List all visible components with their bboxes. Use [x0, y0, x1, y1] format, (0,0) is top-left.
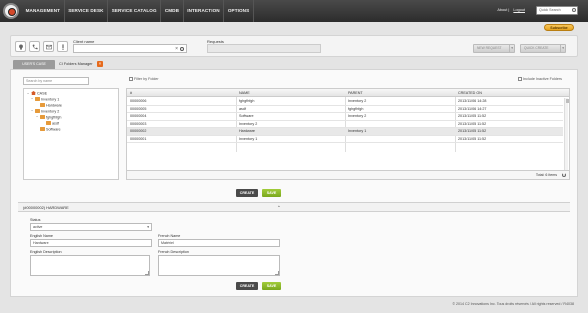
save-button-bottom[interactable]: SAVE [262, 282, 281, 290]
french-name-input[interactable]: Matériel [158, 239, 280, 247]
column-header-parent[interactable]: PARENT [348, 89, 363, 97]
folder-detail-header[interactable]: (#00000002) HARDWARE ⌃ [18, 202, 570, 212]
folder-icon [40, 115, 45, 119]
folder-detail-title: (#00000002) HARDWARE [23, 205, 69, 210]
quick-create-button[interactable]: QUICK CREATE [520, 44, 566, 53]
english-name-input[interactable]: Hardware [30, 239, 152, 247]
phone-icon[interactable] [29, 41, 40, 52]
checkbox-icon[interactable] [129, 77, 133, 81]
total-items: Total: 6 items [535, 173, 557, 177]
tab-users-case[interactable]: USER'S CASE [13, 60, 55, 69]
column-header-name[interactable]: NAME [239, 89, 250, 97]
menu-service-desk[interactable]: SERVICE DESK [65, 0, 109, 22]
clear-icon[interactable]: × [175, 46, 178, 52]
french-description-label: French Description [158, 250, 189, 254]
tree-node[interactable]: − fghgfhfgh [36, 115, 61, 120]
table-row[interactable]: 00000005 asdf fghgfhfgh 2013/11/06 14:27 [127, 106, 563, 113]
table-row[interactable]: 00000004 Software Inventory 2 2013/11/05… [127, 113, 563, 121]
english-description-label: English Description [30, 250, 62, 254]
save-button[interactable]: SAVE [262, 189, 281, 197]
client-filter-panel: Client name × Requests NEW REQUEST QUICK… [10, 35, 578, 57]
client-name-input[interactable]: × [73, 44, 187, 53]
top-navigation-bar: MANAGEMENT SERVICE DESK SERVICE CATALOG … [0, 0, 588, 22]
table-row[interactable]: 00000001 Inventory 1 2013/11/05 11:52 [127, 136, 563, 143]
grid-header: # NAME PARENT CREATED ON [127, 89, 569, 97]
menu-options[interactable]: OPTIONS [224, 0, 254, 22]
english-description-textarea[interactable] [30, 255, 150, 276]
tree-search-input[interactable]: Search by name [23, 77, 89, 85]
search-icon[interactable] [572, 8, 576, 12]
email-icon[interactable] [43, 41, 54, 52]
app-logo[interactable] [3, 3, 19, 19]
folder-tree: − CASE − Inventory 1 Hardware − Inventory 2… [23, 88, 119, 180]
french-description-textarea[interactable] [158, 255, 280, 276]
new-request-button[interactable]: NEW REQUEST [473, 44, 515, 53]
refresh-icon[interactable] [562, 173, 566, 177]
folder-icon [35, 109, 40, 113]
user-links: About | Logout [494, 8, 525, 12]
status-label: Status [30, 218, 41, 222]
about-link[interactable]: About | [497, 8, 509, 12]
menu-cmdb[interactable]: CMDB [161, 0, 184, 22]
english-name-label: English Name [30, 234, 53, 238]
create-button-bottom[interactable]: CREATE [236, 282, 258, 290]
table-row[interactable]: 00000006 fghgfhfgh Inventory 2 2013/11/0… [127, 98, 563, 106]
menu-interaction[interactable]: INTERACTION [184, 0, 225, 22]
grid-footer: Total: 6 items [127, 170, 569, 179]
alert-icon[interactable] [57, 41, 68, 52]
chevron-up-icon[interactable]: ⌃ [277, 205, 281, 211]
column-header-created-on[interactable]: CREATED ON [458, 89, 482, 97]
table-row[interactable]: 00000003 Inventory 2 2013/11/05 11:52 [127, 121, 563, 128]
main-menu: MANAGEMENT SERVICE DESK SERVICE CATALOG … [22, 0, 254, 22]
filter-by-folder-checkbox[interactable]: Filter by Folder [129, 77, 159, 81]
menu-management[interactable]: MANAGEMENT [22, 0, 65, 22]
tree-node[interactable]: Software [40, 127, 61, 132]
folders-grid: # NAME PARENT CREATED ON 00000006 fghgfh… [126, 88, 570, 180]
tree-node[interactable]: Hardware [40, 103, 62, 108]
close-tab-icon[interactable]: × [97, 61, 103, 67]
tree-node[interactable]: asdf [46, 121, 59, 126]
requests-field [207, 44, 321, 53]
menu-service-catalog[interactable]: SERVICE CATALOG [108, 0, 162, 22]
status-select[interactable]: active [30, 223, 152, 231]
checkbox-icon[interactable] [518, 77, 522, 81]
scrollbar-thumb[interactable] [565, 99, 569, 103]
folder-icon [35, 97, 40, 101]
tree-node[interactable]: − Inventory 2 [31, 109, 59, 114]
include-inactive-checkbox[interactable]: Include Inactive Folders [518, 77, 562, 81]
lightbulb-icon[interactable] [15, 41, 26, 52]
french-name-label: French Name [158, 234, 181, 238]
subscribe-button[interactable]: Subscribe [544, 24, 574, 31]
folder-icon [40, 103, 45, 107]
collapse-icon[interactable]: − [27, 92, 31, 97]
create-button[interactable]: CREATE [236, 189, 258, 197]
logout-link[interactable]: Logout [513, 8, 525, 12]
search-icon[interactable] [180, 47, 184, 51]
column-header-id[interactable]: # [130, 89, 132, 97]
tree-node[interactable]: − CASE [27, 91, 47, 97]
folder-icon [46, 121, 51, 125]
tree-node[interactable]: − Inventory 1 [31, 97, 59, 102]
folder-icon [40, 127, 45, 131]
table-row-selected[interactable]: 00000002 Hardware Inventory 1 2013/11/05… [127, 128, 563, 136]
home-icon [31, 91, 36, 95]
grid-scrollbar[interactable] [564, 98, 569, 170]
copyright-footer: © 2014 C2 Innovations Inc. Tous droits r… [452, 302, 574, 306]
tab-ci-folders-manager[interactable]: CI Folders Manager [59, 60, 93, 69]
